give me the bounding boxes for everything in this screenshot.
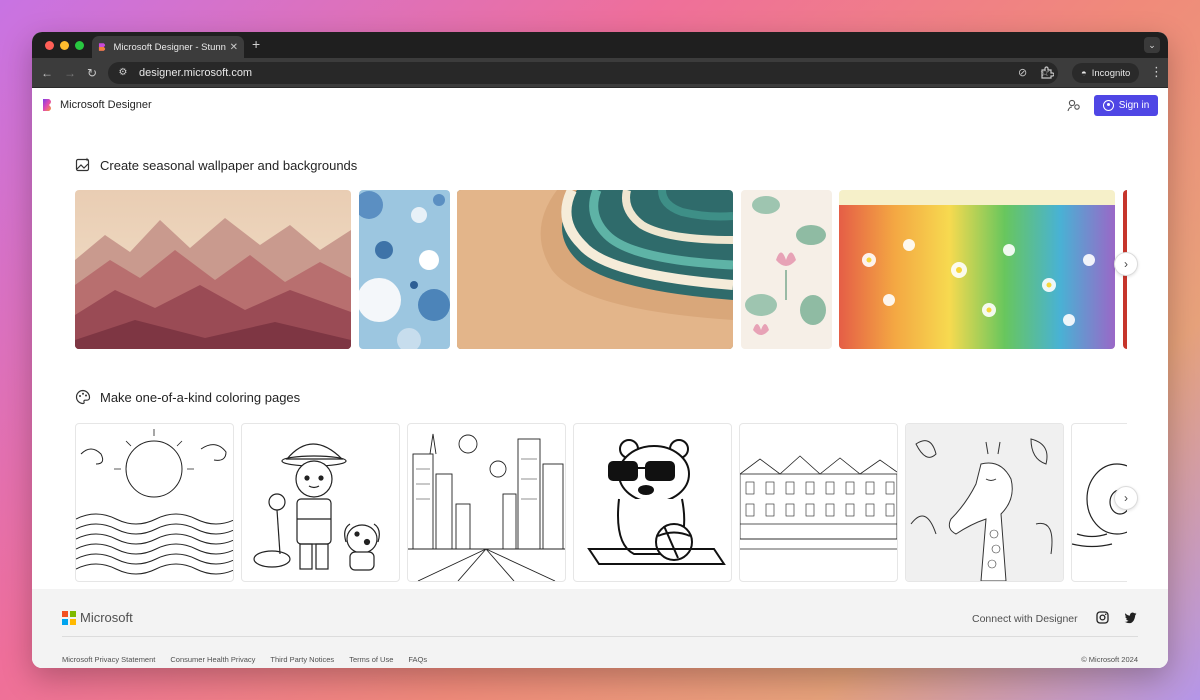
footer-link-privacy[interactable]: Microsoft Privacy Statement xyxy=(62,655,155,664)
incognito-label: Incognito xyxy=(1091,67,1131,79)
microsoft-grid-icon xyxy=(62,610,76,625)
copyright-text: © Microsoft 2024 xyxy=(1081,655,1138,664)
ocean-wave-beach-wallpaper[interactable] xyxy=(457,190,733,349)
eye-off-icon[interactable]: ⊘ xyxy=(1018,66,1027,80)
site-settings-icon[interactable]: ⚙ xyxy=(116,66,130,80)
rainbow-flower-field-wallpaper[interactable] xyxy=(839,190,1115,349)
people-community-icon[interactable] xyxy=(1066,98,1082,114)
twitter-icon[interactable] xyxy=(1124,611,1137,624)
image-sparkle-icon xyxy=(75,157,90,172)
microsoft-brand-name: Microsoft xyxy=(80,610,133,625)
browser-menu-icon[interactable]: ⋮ xyxy=(1150,65,1163,79)
tab-bar: Microsoft Designer - Stunning ✕ + ⌄ xyxy=(32,32,1168,58)
section-heading: Make one-of-a-kind coloring pages xyxy=(100,389,301,405)
designer-favicon-icon xyxy=(98,43,106,51)
city-skyline-coloring[interactable] xyxy=(407,423,566,582)
sun-waves-coloring[interactable] xyxy=(75,423,234,582)
blue-bubbles-wallpaper[interactable] xyxy=(359,190,450,349)
microsoft-logo[interactable]: Microsoft xyxy=(62,610,133,625)
firefighter-dalmatian-coloring[interactable] xyxy=(241,423,400,582)
sign-in-label: Sign in xyxy=(1118,100,1150,111)
coloring-carousel xyxy=(75,423,1127,583)
site-footer: Microsoft Connect with Designer Microsof… xyxy=(32,589,1168,668)
tab-title: Microsoft Designer - Stunning xyxy=(113,41,226,53)
footer-link-terms[interactable]: Terms of Use xyxy=(349,655,393,664)
giraffe-coloring[interactable] xyxy=(905,423,1064,582)
tab-close-icon[interactable]: ✕ xyxy=(230,42,238,53)
incognito-indicator[interactable]: ◓ Incognito xyxy=(1072,63,1140,83)
account-icon xyxy=(1102,100,1114,111)
address-bar[interactable]: ⚙ designer.microsoft.com ⊘ ☆ xyxy=(108,62,1058,84)
instagram-icon[interactable] xyxy=(1096,611,1109,624)
row-houses-coloring[interactable] xyxy=(739,423,898,582)
coloring-next-arrow-icon[interactable]: › xyxy=(1114,486,1138,510)
extensions-puzzle-icon[interactable] xyxy=(1040,66,1054,80)
mountain-range-wallpaper[interactable] xyxy=(75,190,351,349)
tab-search-button[interactable]: ⌄ xyxy=(1144,37,1160,53)
designer-logo-icon xyxy=(43,99,51,111)
minimize-window-button[interactable] xyxy=(60,41,69,50)
wallpaper-next-arrow-icon[interactable]: › xyxy=(1114,252,1138,276)
section-title-coloring: Make one-of-a-kind coloring pages xyxy=(75,389,300,405)
browser-toolbar: ← → ↻ ⚙ designer.microsoft.com ⊘ ☆ ◓ Inc… xyxy=(32,58,1168,88)
tab-microsoft-designer[interactable]: Microsoft Designer - Stunning ✕ xyxy=(92,36,244,58)
incognito-icon: ◓ xyxy=(1081,67,1087,79)
sign-in-button[interactable]: Sign in xyxy=(1094,95,1158,116)
reload-icon[interactable]: ↻ xyxy=(87,66,97,80)
lotus-pattern-wallpaper[interactable] xyxy=(741,190,832,349)
page-content: Microsoft Designer Sign in Create season… xyxy=(32,89,1168,668)
wallpaper-carousel xyxy=(75,190,1127,349)
back-arrow-icon[interactable]: ← xyxy=(41,66,53,80)
footer-divider xyxy=(62,636,1138,637)
footer-link-faqs[interactable]: FAQs xyxy=(408,655,427,664)
designer-brand[interactable]: Microsoft Designer xyxy=(42,98,152,112)
new-tab-button[interactable]: + xyxy=(252,37,260,51)
close-window-button[interactable] xyxy=(45,41,54,50)
maximize-window-button[interactable] xyxy=(75,41,84,50)
window-controls xyxy=(45,41,84,50)
forward-arrow-icon[interactable]: → xyxy=(64,66,76,80)
palette-icon xyxy=(75,389,91,405)
brand-name: Microsoft Designer xyxy=(60,99,152,111)
section-title-wallpapers: Create seasonal wallpaper and background… xyxy=(75,157,357,173)
footer-link-third-party[interactable]: Third Party Notices xyxy=(270,655,334,664)
connect-label: Connect with Designer xyxy=(972,613,1078,625)
footer-link-health-privacy[interactable]: Consumer Health Privacy xyxy=(170,655,255,664)
url-text[interactable]: designer.microsoft.com xyxy=(139,67,252,79)
footer-links: Microsoft Privacy Statement Consumer Hea… xyxy=(62,655,427,664)
bear-sunglasses-coloring[interactable] xyxy=(573,423,732,582)
browser-window: Microsoft Designer - Stunning ✕ + ⌄ ← → … xyxy=(32,32,1168,668)
section-heading: Create seasonal wallpaper and background… xyxy=(100,157,358,173)
